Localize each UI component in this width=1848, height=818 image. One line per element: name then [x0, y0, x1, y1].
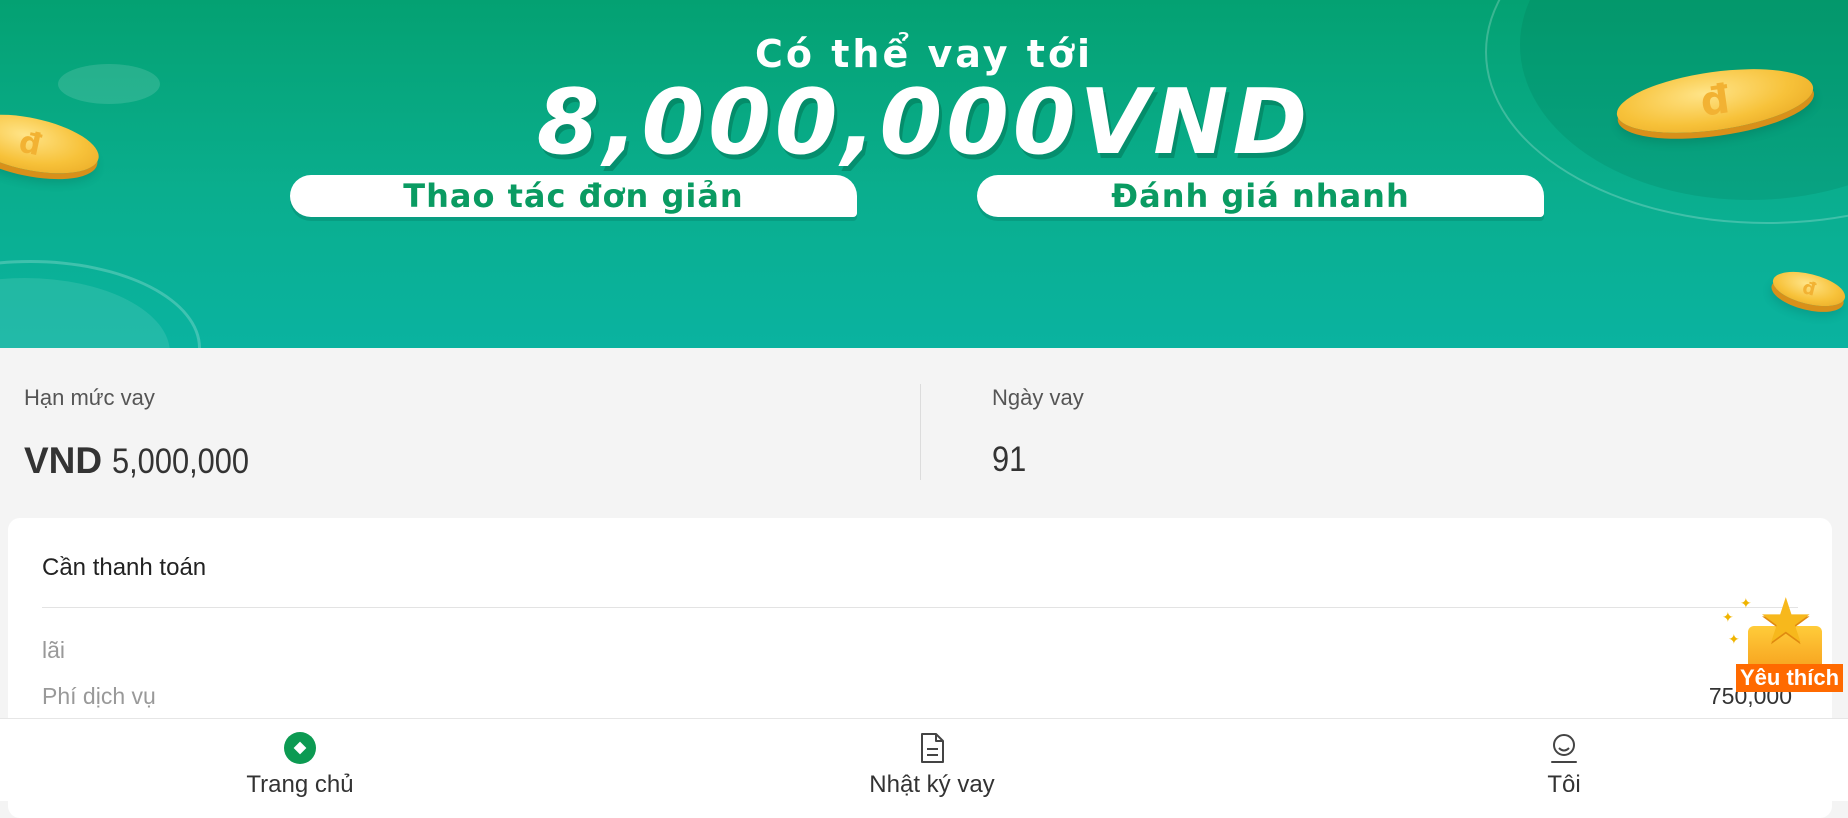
bottom-nav: Trang chủ Nhật ký vay Tôi	[0, 718, 1848, 801]
star-icon: ★	[1758, 584, 1814, 657]
loan-summary: Hạn mức vay VND 5,000,000 Ngày vay 91	[0, 348, 1848, 518]
currency-label: VND	[24, 440, 103, 481]
home-icon	[284, 732, 316, 764]
divider	[920, 384, 921, 480]
promo-banner[interactable]: đ đ đ Có thể vay tới 8,000,000VND Thao t…	[0, 0, 1848, 348]
favorite-label: Yêu thích	[1736, 664, 1844, 692]
divider	[42, 607, 1798, 608]
banner-decoration	[0, 260, 201, 348]
nav-item-label: Nhật ký vay	[869, 771, 995, 798]
loan-days-value: 91	[992, 440, 1031, 480]
nav-item-loan-log[interactable]: Nhật ký vay	[782, 719, 1082, 801]
favorite-badge[interactable]: ✦ ✦ ✦ ★ Yêu thích	[1716, 590, 1848, 694]
nav-item-label: Trang chủ	[246, 771, 354, 798]
banner-max-amount: 8,000,000VND	[536, 70, 1312, 175]
loan-days-number: 91	[992, 440, 1027, 479]
nav-item-profile[interactable]: Tôi	[1414, 719, 1714, 801]
sparkle-icon: ✦	[1722, 610, 1734, 626]
nav-item-label: Tôi	[1547, 771, 1581, 798]
payment-row-label: Phí dịch vụ	[42, 683, 156, 709]
loan-days: Ngày vay 91	[992, 348, 1822, 518]
document-icon	[921, 733, 944, 763]
sparkle-icon: ✦	[1728, 632, 1740, 648]
feature-pill-simple: Thao tác đơn giản	[290, 175, 857, 217]
payment-row-label: lãi	[42, 637, 66, 663]
loan-limit: Hạn mức vay VND 5,000,000	[24, 348, 904, 518]
loan-limit-amount: 5,000,000	[112, 442, 250, 481]
loan-limit-label: Hạn mức vay	[24, 385, 155, 410]
sparkle-icon: ✦	[1740, 596, 1752, 612]
loan-limit-value: VND 5,000,000	[24, 440, 268, 482]
nav-item-home[interactable]: Trang chủ	[150, 719, 450, 801]
coin-icon: đ	[1769, 265, 1848, 313]
payment-row-service-fee: Phí dịch vụ 750,000	[42, 683, 1792, 710]
loan-days-label: Ngày vay	[992, 385, 1084, 410]
payment-title: Cần thanh toán	[42, 554, 207, 581]
profile-icon	[1551, 734, 1577, 763]
payment-row-interest: lãi	[42, 637, 1792, 664]
feature-pill-fast: Đánh giá nhanh	[977, 175, 1544, 217]
